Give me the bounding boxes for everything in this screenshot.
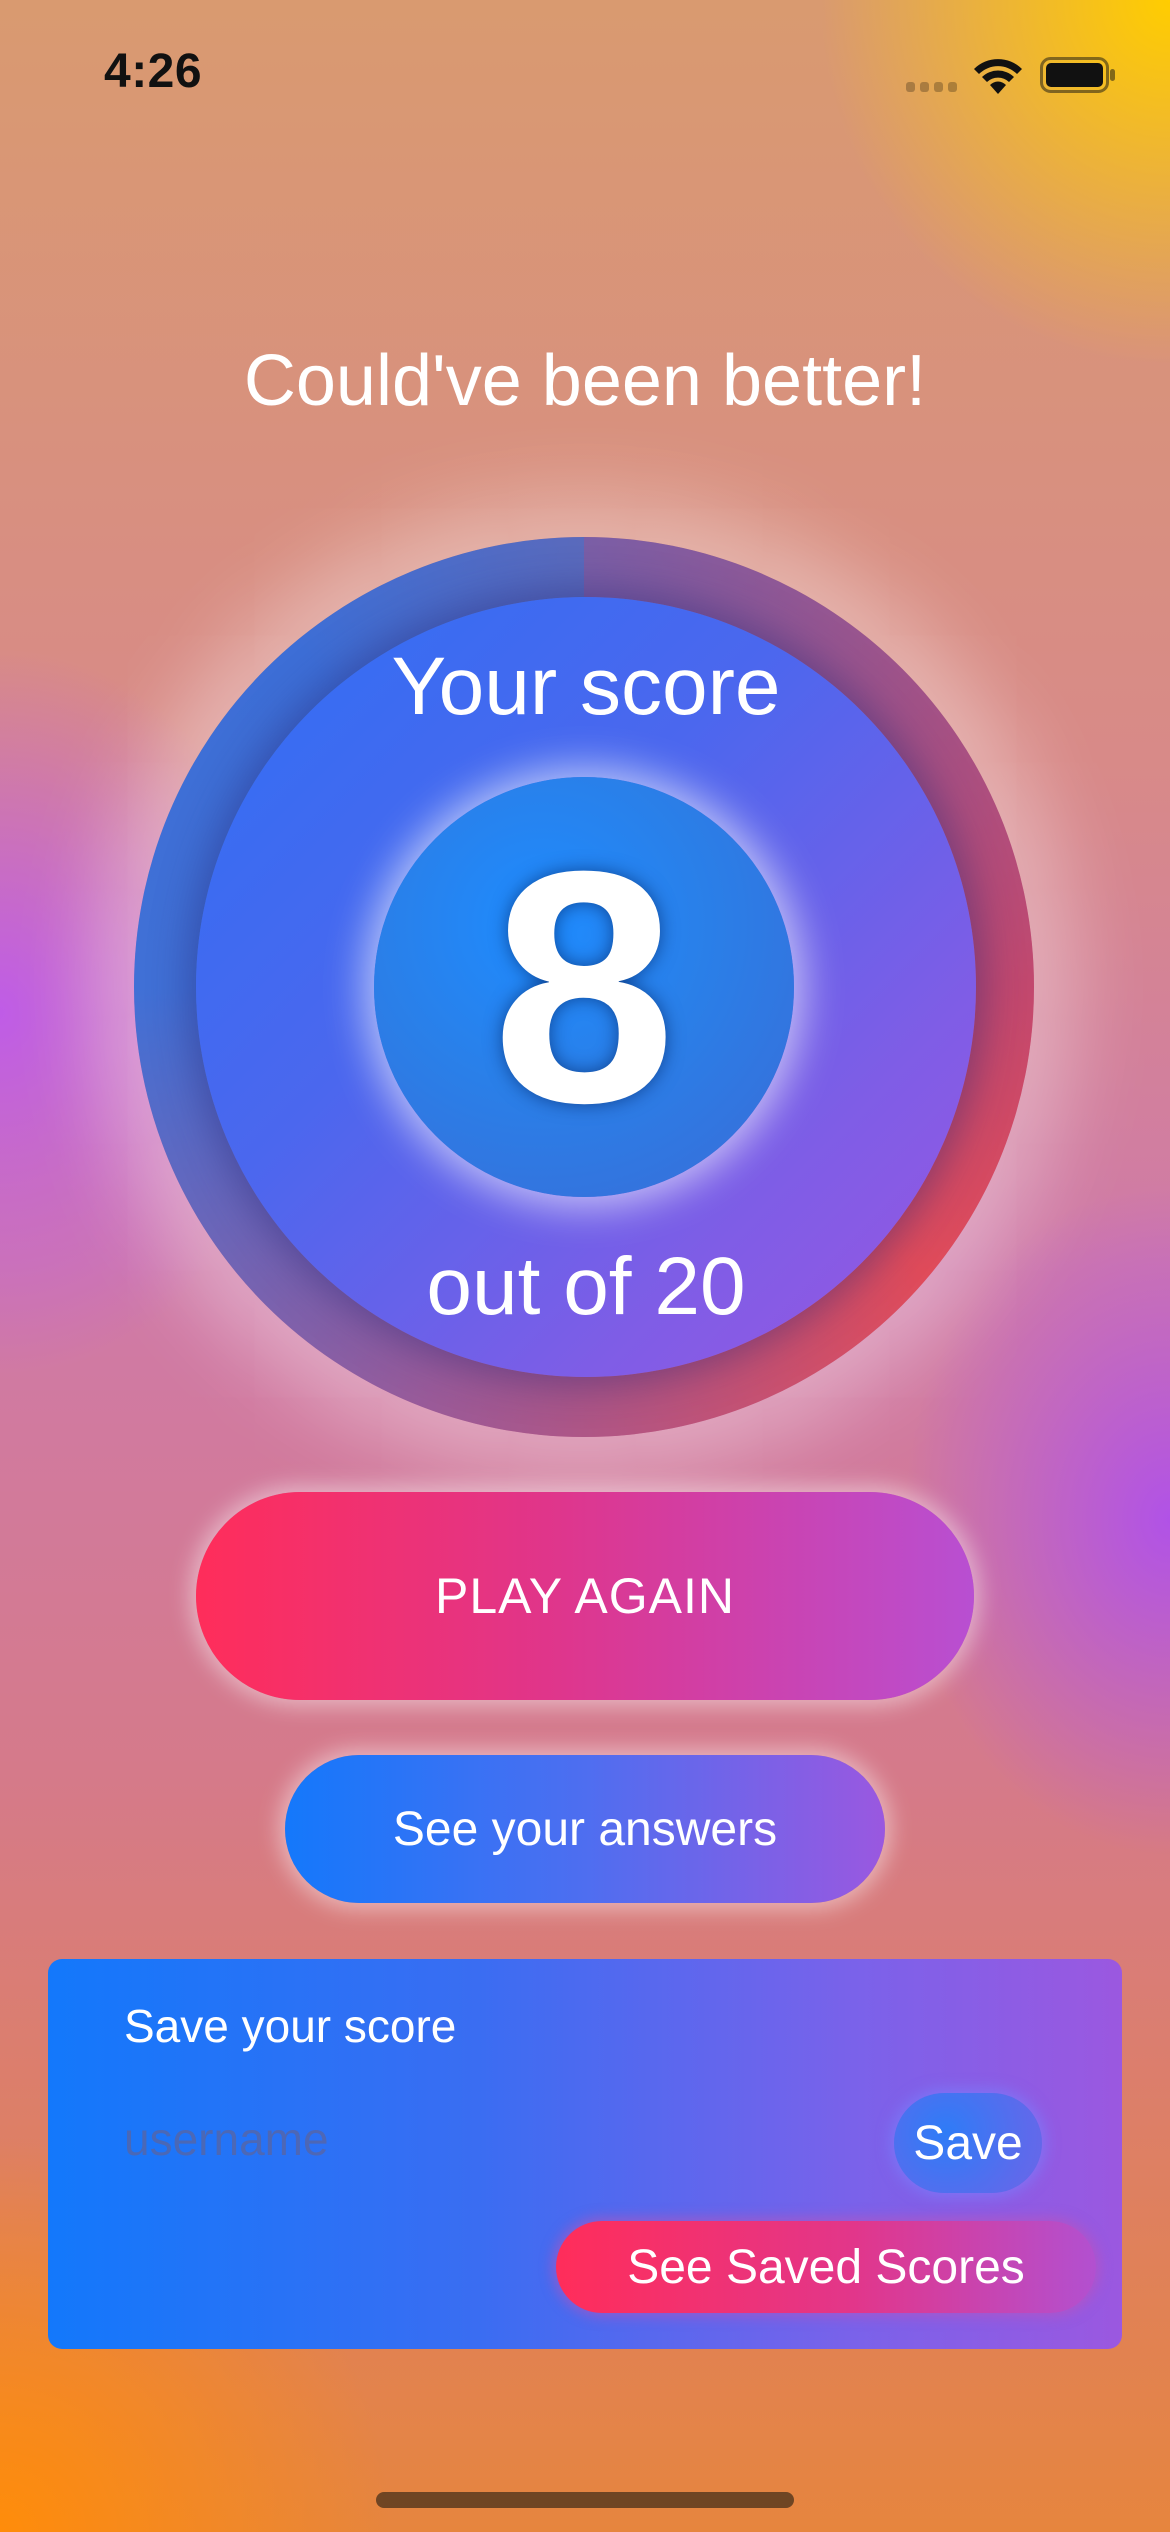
wifi-icon (970, 56, 1026, 101)
battery-icon (1040, 57, 1116, 98)
save-score-title: Save your score (124, 2000, 457, 2052)
save-button[interactable]: Save (894, 2093, 1042, 2193)
see-answers-button[interactable]: See your answers (285, 1755, 885, 1903)
see-saved-scores-button[interactable]: See Saved Scores (556, 2221, 1096, 2313)
home-indicator[interactable] (376, 2492, 794, 2508)
status-time: 4:26 (104, 45, 203, 98)
score-value: 8 (492, 802, 676, 1171)
save-score-panel: Save your score Save See Saved Scores (48, 1959, 1122, 2349)
signal-icon (906, 80, 960, 99)
play-again-button[interactable]: PLAY AGAIN (196, 1492, 974, 1700)
feedback-message: Could've been better! (243, 341, 927, 421)
username-input[interactable] (124, 2109, 884, 2169)
status-bar: 4:26 (0, 0, 1170, 140)
score-total-label: out of 20 (426, 1241, 746, 1332)
score-label: Your score (391, 641, 781, 732)
